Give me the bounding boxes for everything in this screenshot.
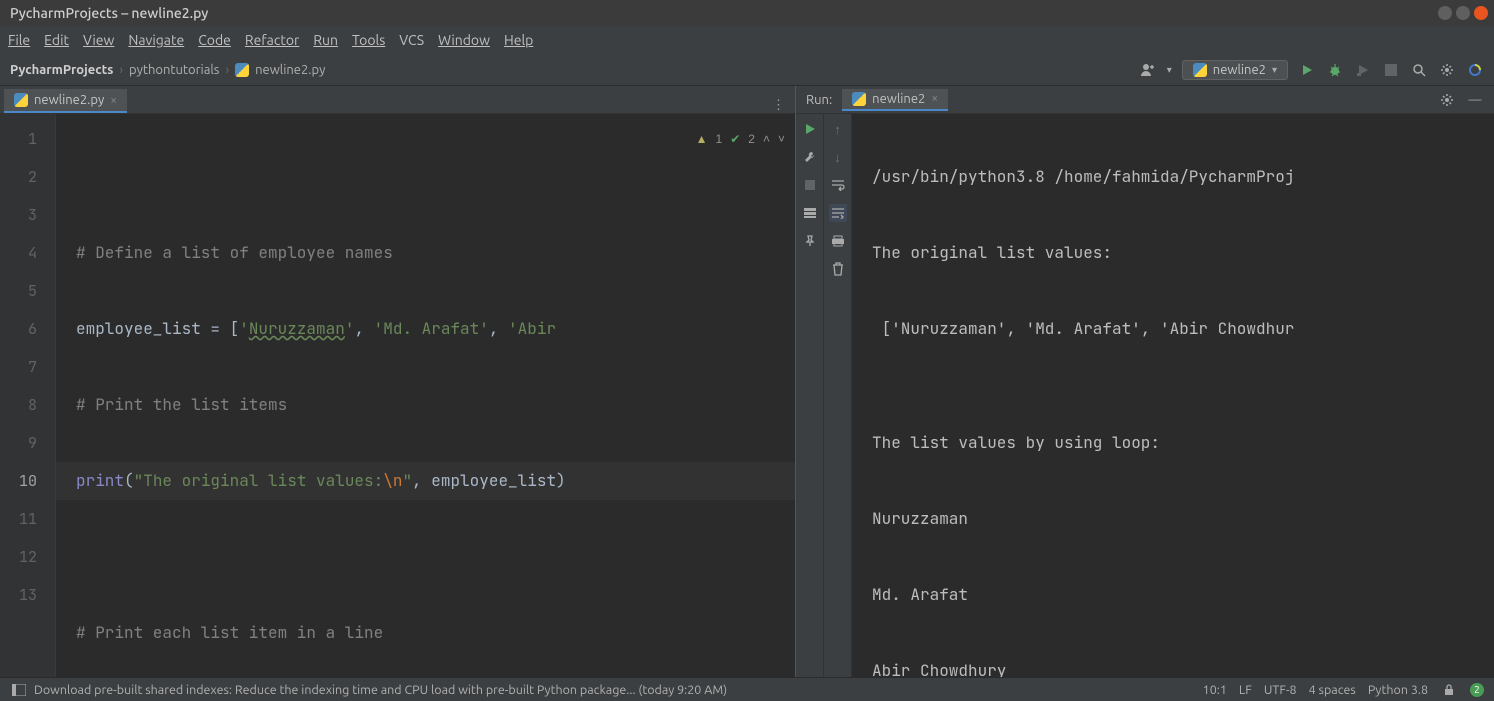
menu-vcs[interactable]: VCS [399, 32, 424, 48]
tool-windows-icon[interactable] [10, 681, 28, 699]
chevron-right-icon: › [225, 63, 229, 77]
chevron-right-icon: › [119, 63, 123, 77]
status-bar: Download pre-built shared indexes: Reduc… [0, 677, 1494, 701]
console-output[interactable]: /usr/bin/python3.8 /home/fahmida/Pycharm… [852, 114, 1494, 677]
code-area[interactable]: ▲1 ✔2 ˄ ˅ # Define a list of employee na… [56, 114, 795, 677]
main-split: newline2.py × ⋮ 123 456 789 101112 13 ▲1… [0, 86, 1494, 677]
search-icon[interactable] [1410, 61, 1428, 79]
chevron-down-icon[interactable]: ▾ [1167, 64, 1172, 76]
run-configuration-selector[interactable]: newline2 ▾ [1182, 60, 1288, 80]
caret-position[interactable]: 10:1 [1203, 683, 1227, 697]
notifications-badge[interactable]: 2 [1470, 683, 1484, 697]
editor-pane: newline2.py × ⋮ 123 456 789 101112 13 ▲1… [0, 86, 796, 677]
stop-button[interactable] [801, 176, 819, 194]
chevron-down-icon[interactable]: ˅ [778, 120, 785, 158]
run-coverage-button[interactable] [1354, 61, 1372, 79]
python-file-icon [235, 63, 249, 77]
menu-run[interactable]: Run [313, 32, 338, 48]
menu-edit[interactable]: Edit [44, 32, 69, 48]
add-user-icon[interactable] [1139, 61, 1157, 79]
breadcrumb-folder[interactable]: pythontutorials [129, 63, 219, 77]
rerun-button[interactable] [801, 120, 819, 138]
run-button[interactable] [1298, 61, 1316, 79]
run-tool-window: Run: newline2 × — ↑ [796, 86, 1494, 677]
run-toolbar-secondary: ↑ ↓ [824, 114, 852, 677]
toolbar-right: ▾ newline2 ▾ [1139, 60, 1484, 80]
breadcrumb: PycharmProjects › pythontutorials › newl… [10, 63, 325, 77]
run-body: ↑ ↓ /usr/bin/python3.8 /home/fahmida/Pyc… [796, 114, 1494, 677]
run-tab-label: newline2 [872, 92, 925, 106]
run-tab-newline2[interactable]: newline2 × [842, 89, 948, 111]
layout-icon[interactable] [801, 204, 819, 222]
menubar: File Edit View Navigate Code Refactor Ru… [0, 26, 1494, 54]
chevron-down-icon: ▾ [1272, 64, 1277, 76]
menu-view[interactable]: View [83, 32, 114, 48]
run-config-label: newline2 [1213, 63, 1266, 77]
editor-tab-newline2[interactable]: newline2.py × [4, 89, 127, 113]
arrow-down-icon[interactable]: ↓ [829, 148, 847, 166]
line-gutter: 123 456 789 101112 13 [0, 114, 56, 677]
file-encoding[interactable]: UTF-8 [1264, 683, 1297, 697]
settings-icon[interactable] [1438, 91, 1456, 109]
inspection-widget[interactable]: ▲1 ✔2 ˄ ˅ [696, 120, 785, 158]
trash-icon[interactable] [829, 260, 847, 278]
python-icon [852, 92, 866, 106]
python-icon [1193, 63, 1207, 77]
menu-file[interactable]: File [8, 32, 30, 48]
stop-button[interactable] [1382, 61, 1400, 79]
python-file-icon [14, 93, 28, 107]
debug-button[interactable] [1326, 61, 1344, 79]
menu-help[interactable]: Help [504, 32, 533, 48]
pin-icon[interactable] [801, 232, 819, 250]
editor-tab-label: newline2.py [34, 93, 104, 107]
soft-wrap-icon[interactable] [829, 176, 847, 194]
warning-icon: ▲ [696, 120, 708, 158]
arrow-up-icon[interactable]: ↑ [829, 120, 847, 138]
menu-navigate[interactable]: Navigate [128, 32, 184, 48]
breadcrumb-file[interactable]: newline2.py [255, 63, 325, 77]
menu-tools[interactable]: Tools [352, 32, 385, 48]
navigation-toolbar: PycharmProjects › pythontutorials › newl… [0, 54, 1494, 86]
check-icon: ✔ [730, 120, 740, 158]
close-tab-icon[interactable]: × [931, 92, 938, 105]
menu-refactor[interactable]: Refactor [245, 32, 299, 48]
run-toolbar-primary [796, 114, 824, 677]
python-interpreter[interactable]: Python 3.8 [1368, 683, 1428, 697]
lock-icon[interactable] [1440, 681, 1458, 699]
menu-code[interactable]: Code [198, 32, 231, 48]
menu-window[interactable]: Window [438, 32, 490, 48]
close-button[interactable] [1474, 6, 1488, 20]
scroll-to-end-icon[interactable] [829, 204, 847, 222]
status-message[interactable]: Download pre-built shared indexes: Reduc… [34, 683, 727, 697]
print-icon[interactable] [829, 232, 847, 250]
maximize-button[interactable] [1456, 6, 1470, 20]
tab-actions-icon[interactable]: ⋮ [772, 98, 785, 113]
minimize-button[interactable] [1438, 6, 1452, 20]
wrench-icon[interactable] [801, 148, 819, 166]
editor-tabbar: newline2.py × ⋮ [0, 86, 795, 114]
close-tab-icon[interactable]: × [110, 94, 117, 107]
chevron-up-icon[interactable]: ˄ [763, 120, 770, 158]
code-editor[interactable]: 123 456 789 101112 13 ▲1 ✔2 ˄ ˅ # Define… [0, 114, 795, 677]
window-controls [1438, 6, 1488, 20]
run-header: Run: newline2 × — [796, 86, 1494, 114]
indent-setting[interactable]: 4 spaces [1309, 683, 1356, 697]
titlebar: PycharmProjects – newline2.py [0, 0, 1494, 26]
line-separator[interactable]: LF [1239, 683, 1252, 697]
breadcrumb-root[interactable]: PycharmProjects [10, 63, 113, 77]
jetbrains-icon[interactable] [1466, 61, 1484, 79]
hide-icon[interactable]: — [1466, 91, 1484, 109]
run-label: Run: [806, 93, 832, 107]
window-title: PycharmProjects – newline2.py [6, 5, 1438, 21]
settings-icon[interactable] [1438, 61, 1456, 79]
